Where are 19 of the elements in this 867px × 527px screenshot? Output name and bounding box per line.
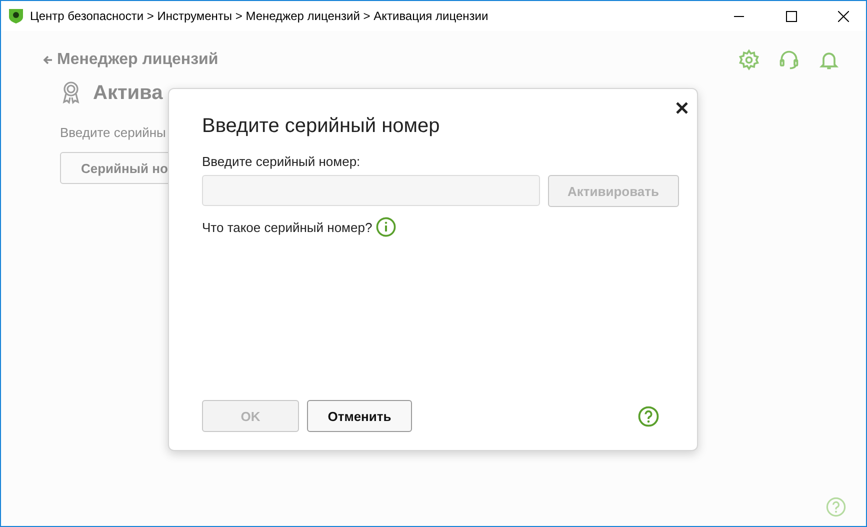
- arrow-left-icon: [43, 55, 53, 65]
- award-ribbon-icon: [61, 81, 81, 105]
- back-link[interactable]: Менеджер лицензий: [43, 51, 866, 69]
- shield-logo-icon: [8, 8, 24, 24]
- help-icon[interactable]: [638, 406, 659, 426]
- maximize-icon[interactable]: [786, 10, 796, 22]
- headset-icon[interactable]: [778, 49, 800, 71]
- serial-number-field[interactable]: [202, 175, 540, 206]
- description-text: Введите серийны: [60, 125, 166, 140]
- close-icon[interactable]: [676, 102, 688, 114]
- settings-icon[interactable]: [738, 49, 760, 71]
- cancel-button[interactable]: Отменить: [307, 400, 412, 432]
- window-title: Центр безопасности > Инструменты > Менеджер лицензий > Активация лицензии: [30, 9, 490, 23]
- field-label: Введите серийный номер:: [202, 154, 362, 169]
- info-icon[interactable]: [376, 217, 396, 237]
- dialog-title: Введите серийный номер: [202, 115, 441, 138]
- close-icon[interactable]: [838, 10, 848, 22]
- serial-number-help-link[interactable]: Что такое серийный номер?: [202, 220, 372, 234]
- page-heading: Актива: [93, 82, 163, 104]
